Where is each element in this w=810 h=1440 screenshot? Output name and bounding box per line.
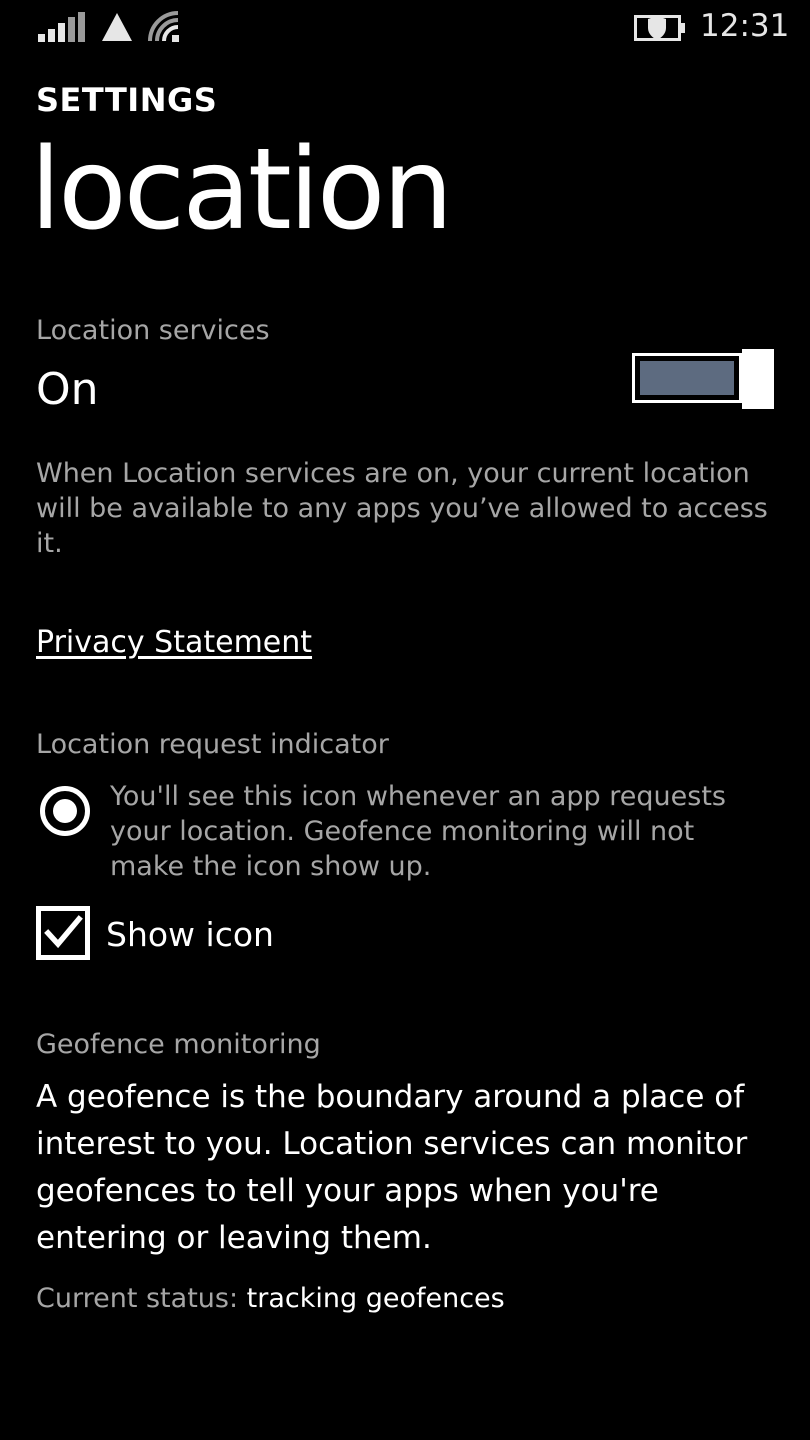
page-title: location <box>30 125 453 255</box>
location-request-indicator-description: You'll see this icon whenever an app req… <box>110 781 726 882</box>
location-services-description: When Location services are on, your curr… <box>36 458 768 559</box>
status-bar: 12:31 <box>0 0 810 56</box>
privacy-statement-link[interactable]: Privacy Statement <box>36 624 312 662</box>
toggle-fill <box>640 361 734 395</box>
location-request-indicator-icon <box>40 786 90 836</box>
status-time: 12:31 <box>700 8 790 44</box>
show-icon-checkbox[interactable] <box>36 906 90 960</box>
signal-strength-icon <box>38 12 85 42</box>
location-services-state: On <box>36 364 99 415</box>
show-icon-checkbox-row[interactable]: Show icon <box>36 906 436 962</box>
show-icon-label: Show icon <box>106 915 274 954</box>
geofence-monitoring-label: Geofence monitoring <box>36 1029 321 1060</box>
toggle-track <box>632 353 742 403</box>
geofence-status: Current status: tracking geofences <box>36 1281 505 1317</box>
wifi-icon <box>148 11 179 42</box>
geofence-description: A geofence is the boundary around a plac… <box>36 1079 748 1256</box>
geofence-status-value: tracking geofences <box>246 1283 505 1314</box>
no-sim-triangle-icon <box>102 13 132 41</box>
battery-saver-icon <box>634 15 685 41</box>
geofence-status-prefix: Current status: <box>36 1283 239 1314</box>
app-title: SETTINGS <box>36 81 218 119</box>
location-services-label: Location services <box>36 315 270 346</box>
toggle-thumb[interactable] <box>742 349 774 409</box>
location-services-toggle[interactable] <box>632 349 774 411</box>
location-request-indicator-label: Location request indicator <box>36 729 389 760</box>
